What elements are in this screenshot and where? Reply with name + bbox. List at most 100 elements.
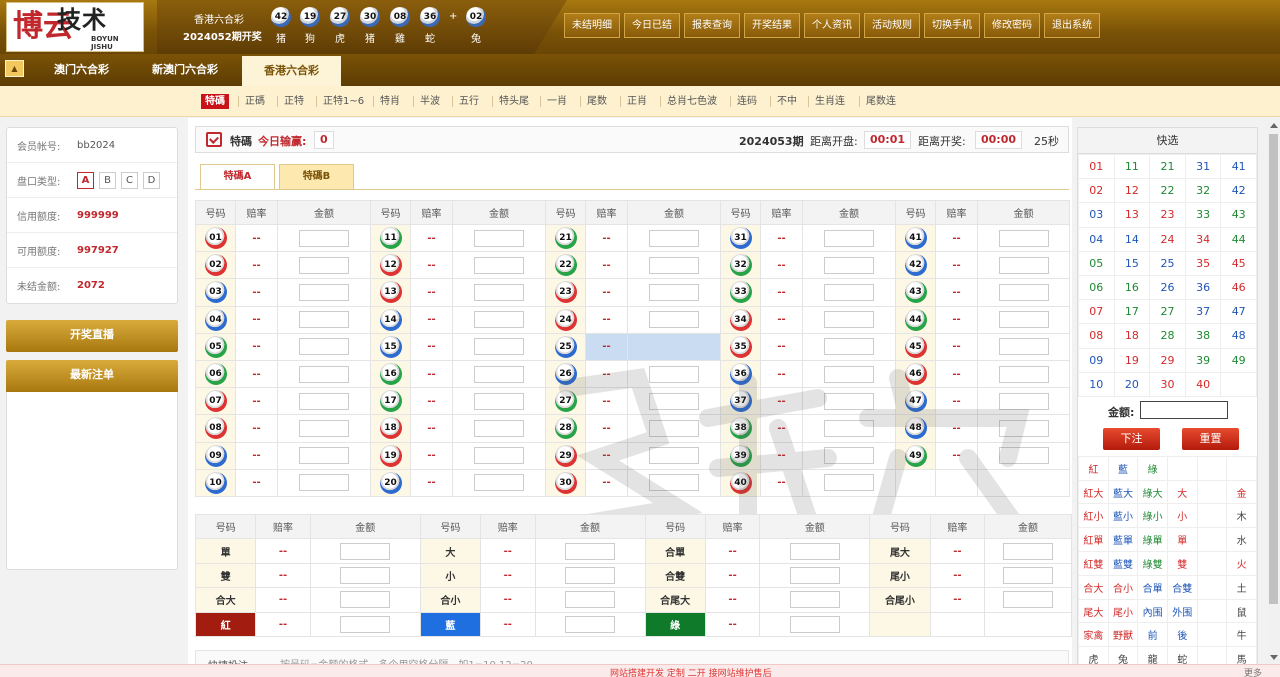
subtab[interactable]: 一肖 [547, 94, 567, 109]
plate-d[interactable]: D [143, 171, 160, 189]
amount-input[interactable] [789, 542, 840, 560]
number-ball[interactable]: 35 [729, 335, 752, 358]
quick-number[interactable]: 28 [1149, 323, 1186, 349]
quick-number[interactable]: 11 [1113, 153, 1151, 180]
subtab[interactable]: 正碼 [245, 94, 265, 109]
quick-number[interactable]: 10 [1078, 371, 1115, 397]
quick-number[interactable]: 22 [1149, 178, 1186, 204]
quick-number[interactable]: 44 [1220, 226, 1257, 252]
quick-number[interactable]: 02 [1078, 178, 1115, 204]
amount-input[interactable] [649, 365, 699, 383]
attribute-label[interactable]: 綠 [644, 611, 706, 637]
subtab[interactable]: 特肖 [380, 94, 400, 109]
quick-number[interactable]: 35 [1184, 250, 1222, 276]
quick-group-item[interactable]: 火 [1226, 551, 1257, 576]
subtab[interactable]: 正特1~6 [323, 94, 364, 109]
amount-input[interactable] [824, 283, 874, 301]
number-ball[interactable]: 25 [554, 335, 577, 358]
quick-number[interactable]: 21 [1149, 153, 1186, 180]
amount-input[interactable] [299, 283, 349, 301]
amount-input[interactable] [824, 365, 874, 383]
quick-number[interactable]: 07 [1078, 299, 1115, 325]
quick-group-item[interactable]: 合大 [1078, 574, 1109, 600]
reset-button[interactable]: 重置 [1182, 427, 1239, 450]
amount-input[interactable] [340, 566, 391, 584]
subtab[interactable]: 正特 [284, 94, 304, 109]
tab-special-b[interactable]: 特碼B [279, 164, 354, 190]
number-ball[interactable]: 02 [204, 254, 227, 277]
amount-input[interactable] [299, 256, 349, 274]
number-ball[interactable]: 43 [904, 281, 927, 304]
attribute-label[interactable]: 合雙 [644, 562, 706, 589]
amount-input[interactable] [474, 229, 524, 247]
number-ball[interactable]: 38 [729, 417, 752, 440]
bet-button[interactable]: 下注 [1103, 427, 1160, 450]
number-ball[interactable]: 12 [379, 254, 402, 277]
number-ball[interactable]: 19 [379, 444, 402, 467]
quick-group-item[interactable]: 藍雙 [1107, 551, 1139, 576]
quick-number[interactable]: 30 [1149, 371, 1186, 397]
attribute-label[interactable]: 大 [419, 538, 482, 564]
quick-number[interactable]: 23 [1149, 202, 1186, 228]
amount-input[interactable] [1003, 566, 1054, 584]
topnav-button[interactable]: 活动规则 [864, 13, 920, 38]
lottery-tab[interactable]: 澳门六合彩 [54, 54, 109, 86]
number-ball[interactable]: 11 [379, 227, 402, 250]
quick-number[interactable]: 06 [1078, 274, 1115, 301]
attribute-label[interactable]: 雙 [194, 562, 257, 589]
quick-number[interactable]: 41 [1220, 153, 1257, 180]
quick-number[interactable]: 46 [1220, 274, 1257, 301]
quick-number[interactable]: 38 [1184, 323, 1222, 349]
amount-input[interactable] [649, 283, 699, 301]
amount-input[interactable] [474, 283, 524, 301]
amount-input[interactable] [824, 447, 874, 465]
amount-input[interactable] [474, 419, 524, 437]
live-draw-button[interactable]: 开奖直播 [6, 320, 178, 352]
footer-more-link[interactable]: 更多 [1244, 666, 1262, 677]
subtab[interactable]: 总肖七色波 [667, 94, 717, 109]
quick-number[interactable]: 45 [1220, 250, 1257, 276]
attribute-label[interactable]: 合尾大 [644, 587, 706, 613]
amount-input[interactable] [299, 419, 349, 437]
quick-group-item[interactable]: 綠 [1137, 455, 1168, 481]
number-ball[interactable]: 40 [729, 471, 752, 494]
quick-group-item[interactable]: 藍單 [1107, 527, 1139, 553]
tab-special-a[interactable]: 特碼A [200, 164, 275, 190]
quick-group-item[interactable]: 外围 [1166, 598, 1198, 624]
quick-number[interactable]: 43 [1220, 202, 1257, 228]
number-ball[interactable]: 27 [554, 390, 577, 413]
amount-input[interactable] [474, 474, 524, 492]
quick-group-item[interactable]: 木 [1226, 503, 1257, 529]
number-ball[interactable]: 17 [379, 390, 402, 413]
amount-input[interactable] [824, 338, 874, 356]
number-ball[interactable]: 05 [204, 335, 227, 358]
amount-input[interactable] [649, 311, 699, 329]
amount-input[interactable] [1003, 542, 1054, 560]
topnav-button[interactable]: 报表查询 [684, 13, 740, 38]
quick-group-item[interactable]: 綠小 [1137, 503, 1168, 529]
amount-input[interactable] [565, 566, 616, 584]
number-ball[interactable]: 28 [554, 417, 577, 440]
quick-number[interactable]: 36 [1184, 274, 1222, 301]
amount-input[interactable] [340, 615, 391, 633]
quick-group-item[interactable]: 藍小 [1107, 503, 1139, 529]
attribute-label[interactable]: 合單 [644, 538, 706, 564]
amount-input[interactable] [824, 392, 874, 410]
quick-group-item[interactable]: 合單 [1137, 574, 1168, 600]
number-ball[interactable]: 48 [904, 417, 927, 440]
subtab[interactable]: 半波 [420, 94, 440, 109]
amount-input[interactable] [824, 256, 874, 274]
quick-number[interactable]: 49 [1220, 347, 1257, 373]
quick-group-item[interactable]: 後 [1166, 622, 1198, 648]
quick-group-item[interactable]: 大 [1166, 479, 1198, 505]
plate-c[interactable]: C [121, 171, 138, 189]
quick-group-item[interactable]: 藍大 [1107, 479, 1139, 505]
quick-group-item[interactable]: 尾小 [1107, 598, 1139, 624]
quick-group-item[interactable]: 土 [1226, 574, 1257, 600]
number-ball[interactable]: 07 [204, 390, 227, 413]
quick-number[interactable]: 05 [1078, 250, 1115, 276]
amount-input[interactable] [340, 591, 391, 609]
attribute-label[interactable]: 小 [419, 562, 482, 589]
subtab[interactable]: 特头尾 [499, 94, 529, 109]
quick-group-item[interactable]: 紅雙 [1078, 551, 1109, 576]
